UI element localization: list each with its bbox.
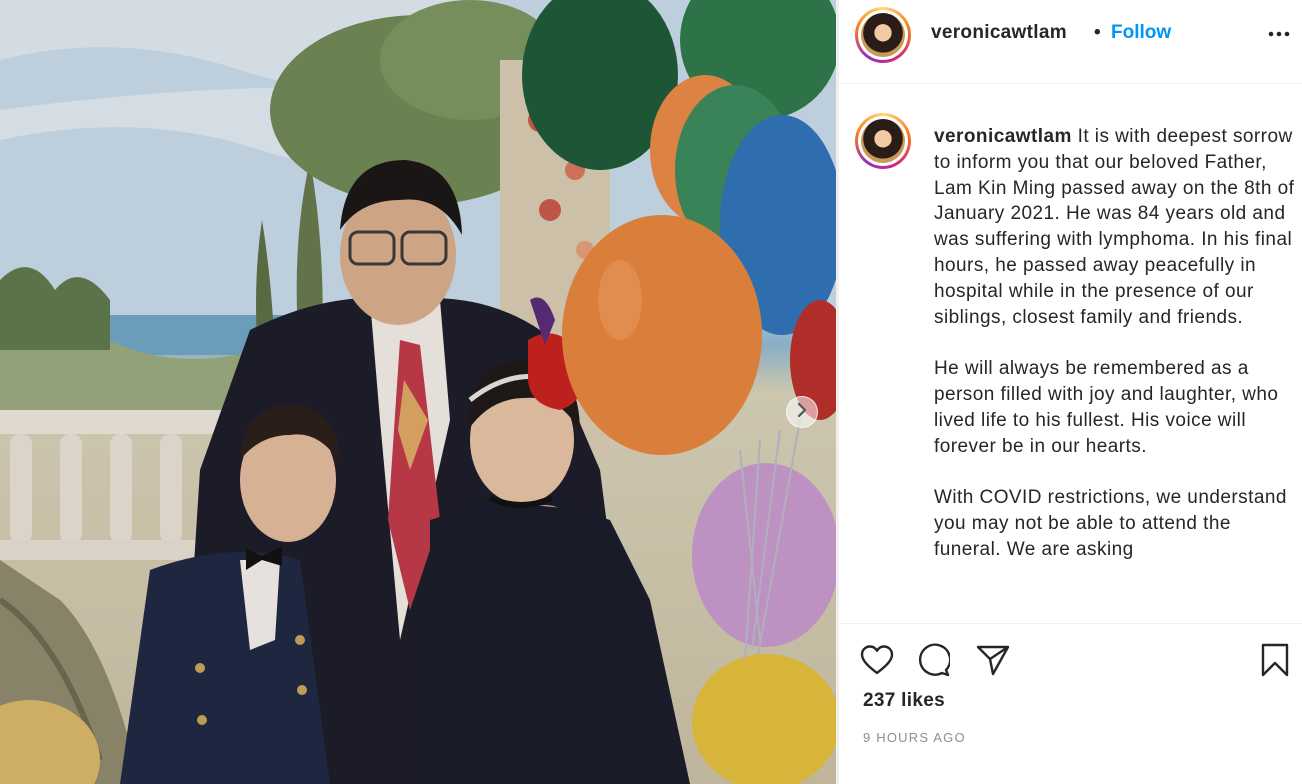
- caption-section: veronicawtlam It is with deepest sorrow …: [839, 88, 1302, 623]
- post-photo[interactable]: [0, 0, 836, 784]
- caption-paragraph-3: With COVID restrictions, we understand y…: [934, 487, 1287, 560]
- next-photo-button[interactable]: [786, 396, 818, 428]
- caption-paragraph-2: He will always be remembered as a person…: [934, 358, 1279, 457]
- avatar[interactable]: [855, 7, 911, 63]
- share-icon: [976, 644, 1010, 681]
- separator-dot: •: [1094, 22, 1101, 43]
- post-actions: 237 likes 9 HOURS AGO: [839, 623, 1302, 784]
- post-username[interactable]: veronicawtlam: [931, 22, 1067, 44]
- caption-paragraph-1: veronicawtlam It is with deepest sorrow …: [934, 124, 1302, 330]
- post-header: veronicawtlam • Follow: [839, 0, 1302, 84]
- share-button[interactable]: [975, 644, 1011, 680]
- more-options-icon[interactable]: [1267, 22, 1291, 46]
- like-button[interactable]: [859, 644, 895, 680]
- bookmark-icon: [1260, 643, 1290, 682]
- post-timestamp[interactable]: 9 HOURS AGO: [863, 730, 966, 745]
- family-photo-illustration: [0, 0, 836, 784]
- caption-avatar[interactable]: [855, 113, 911, 169]
- chevron-right-icon: [796, 402, 808, 422]
- heart-icon: [860, 644, 894, 681]
- caption-username[interactable]: veronicawtlam: [934, 126, 1072, 147]
- save-button[interactable]: [1257, 643, 1293, 682]
- follow-button[interactable]: Follow: [1111, 22, 1171, 44]
- post-caption: veronicawtlam It is with deepest sorrow …: [934, 124, 1302, 588]
- caption-text-1: It is with deepest sorrow to inform you …: [934, 126, 1295, 328]
- likes-count[interactable]: 237 likes: [863, 690, 945, 712]
- post-side-panel: veronicawtlam • Follow veronicawtlam It …: [839, 0, 1302, 784]
- comment-button[interactable]: [915, 642, 952, 682]
- comment-icon: [916, 642, 952, 682]
